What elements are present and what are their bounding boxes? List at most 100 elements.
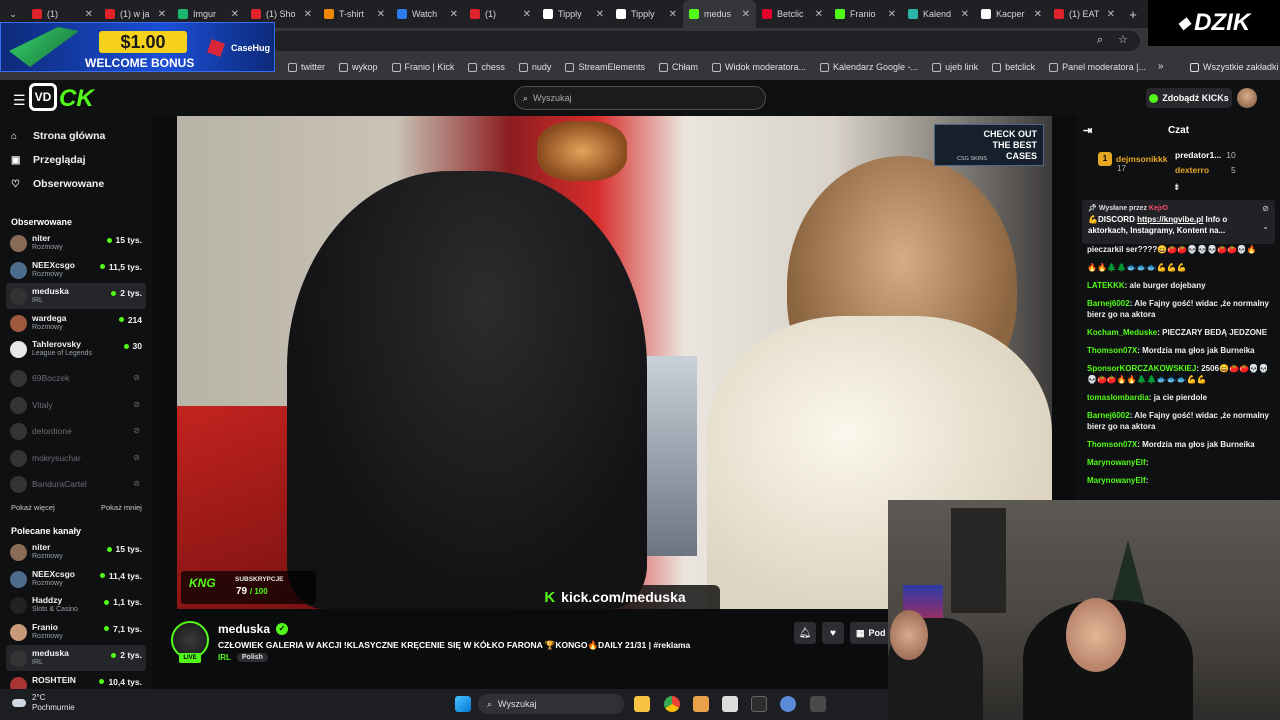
close-tab-icon[interactable]: ✕ <box>742 9 750 20</box>
show-more-button[interactable]: Pokaż więcej <box>11 503 55 512</box>
sidebar-channel-offline[interactable]: BanduraCartel ⊘ <box>6 471 146 497</box>
browser-tab[interactable]: Watch ✕ <box>391 0 464 28</box>
terminal-icon[interactable] <box>751 696 767 712</box>
chrome-icon[interactable] <box>664 696 680 712</box>
show-less-button[interactable]: Pokaż mniej <box>101 503 142 512</box>
close-tab-icon[interactable]: ✕ <box>888 9 896 20</box>
bookmark-item[interactable]: StreamElements <box>565 62 645 72</box>
kick-logo[interactable]: VD CK <box>29 83 94 113</box>
chat-username[interactable]: SponsorKORCZAKOWSKIEJ <box>1087 364 1196 373</box>
subscribe-button[interactable]: ▦ Pod <box>850 622 890 644</box>
chat-username[interactable]: Kocham_Meduske <box>1087 328 1157 337</box>
user-avatar[interactable] <box>1237 88 1257 108</box>
sidebar-channel-neexcsgo[interactable]: NEEXcsgo Rozmowy 11,5 tys. <box>6 257 146 283</box>
bookmark-item[interactable]: Kalendarz Google -... <box>820 62 918 72</box>
top-gifter-2[interactable]: predator1... 10 <box>1175 150 1236 160</box>
bookmark-item[interactable]: twitter <box>288 62 325 72</box>
bookmark-item[interactable]: nudy <box>518 62 551 72</box>
sidebar-channel-offline[interactable]: delordione ⊘ <box>6 418 146 444</box>
close-tab-icon[interactable]: ✕ <box>961 9 969 20</box>
unpin-icon[interactable]: ⊘ <box>1262 204 1269 213</box>
chat-username[interactable]: Thomson07X <box>1087 440 1137 449</box>
chat-username[interactable]: Thomson07X <box>1087 346 1137 355</box>
sidebar-channel-franio[interactable]: Franio Rozmowy 7,1 tys. <box>6 619 146 645</box>
close-tab-icon[interactable]: ✕ <box>1107 9 1115 20</box>
browser-tab[interactable]: T-shirt ✕ <box>318 0 391 28</box>
bookmark-item[interactable]: betclick <box>992 62 1035 72</box>
sidebar-channel-meduska[interactable]: meduska IRL 2 tys. <box>6 283 146 309</box>
sidebar-channel-niter[interactable]: niter Rozmowy 15 tys. <box>6 539 146 565</box>
expand-icon[interactable]: ⇟ <box>1173 182 1181 193</box>
weather-widget[interactable]: 2°C Pochmurnie <box>8 693 75 713</box>
sidebar-channel-offline[interactable]: Vitaly ⊘ <box>6 392 146 418</box>
calculator-icon[interactable] <box>810 696 826 712</box>
close-tab-icon[interactable]: ✕ <box>377 9 385 20</box>
nav-home[interactable]: ⌂ Strona główna <box>11 130 105 142</box>
chat-username[interactable]: MarynowanyElf <box>1087 476 1146 485</box>
chat-username[interactable]: Barnej6002 <box>1087 411 1130 420</box>
sidebar-channel-offline[interactable]: 69Boczek ⊘ <box>6 365 146 391</box>
bookmark-star-icon[interactable]: ☆ <box>1118 33 1128 46</box>
category-link[interactable]: IRL <box>218 653 231 662</box>
get-kicks-button[interactable]: Zdobądź KICKs <box>1146 88 1232 108</box>
app-icon[interactable] <box>693 696 709 712</box>
browser-tab[interactable]: Tipply ✕ <box>610 0 683 28</box>
browser-tab[interactable]: Betclic ✕ <box>756 0 829 28</box>
settings-icon[interactable] <box>780 696 796 712</box>
nav-following[interactable]: ♡ Obserwowane <box>11 178 104 190</box>
close-tab-icon[interactable]: ✕ <box>450 9 458 20</box>
more-bookmarks-icon[interactable]: » <box>1158 61 1164 72</box>
bookmark-item[interactable]: chess <box>468 62 505 72</box>
close-tab-icon[interactable]: ✕ <box>523 9 531 20</box>
new-tab-button[interactable]: + <box>1121 0 1145 28</box>
collapse-chat-icon[interactable]: ⇥ <box>1083 124 1092 137</box>
zoom-icon[interactable]: ⌕ <box>1097 34 1103 47</box>
browser-tab[interactable]: Tipply ✕ <box>537 0 610 28</box>
close-tab-icon[interactable]: ✕ <box>1034 9 1042 20</box>
browser-tab[interactable]: (1) ✕ <box>464 0 537 28</box>
bookmark-item[interactable]: wykop <box>339 62 378 72</box>
bookmark-item[interactable]: Panel moderatora |... <box>1049 62 1146 72</box>
bookmark-item[interactable]: ujeb link <box>932 62 978 72</box>
pinned-link[interactable]: https://kngvibe.pl <box>1137 215 1203 224</box>
taskbar-search[interactable]: ⌕ Wyszukaj <box>478 694 624 714</box>
chat-username[interactable]: Barnej6002 <box>1087 299 1130 308</box>
close-tab-icon[interactable]: ✕ <box>596 9 604 20</box>
browser-tab[interactable]: medus ✕ <box>683 0 756 28</box>
sidebar-channel-offline[interactable]: mokrysuchar ⊘ <box>6 445 146 471</box>
streamer-name[interactable]: meduska ✓ <box>218 622 289 636</box>
sidebar-channel-neexcsgo[interactable]: NEEXcsgo Rozmowy 11,4 tys. <box>6 566 146 592</box>
bookmark-item[interactable]: Chłam <box>658 62 698 72</box>
close-tab-icon[interactable]: ✕ <box>815 9 823 20</box>
browser-tab[interactable]: Franio ✕ <box>829 0 902 28</box>
close-tab-icon[interactable]: ✕ <box>669 9 677 20</box>
sidebar-channel-haddzy[interactable]: Haddzy Slots & Casino 1,1 tys. <box>6 592 146 618</box>
casehug-ad-banner[interactable]: $1.00 WELCOME BONUS CaseHug <box>0 22 275 72</box>
top-gifter-1[interactable]: 1 dejmsonikkk <box>1098 152 1168 166</box>
close-tab-icon[interactable]: ✕ <box>85 9 93 20</box>
address-input[interactable] <box>270 31 1140 51</box>
bookmark-item[interactable]: Franio | Kick <box>391 62 454 72</box>
notification-bell-button[interactable]: 🔔︎ <box>794 622 816 644</box>
chat-username[interactable]: MarynowanyElf <box>1087 458 1146 467</box>
browser-tab[interactable]: (1) EAT ✕ <box>1048 0 1121 28</box>
close-tab-icon[interactable]: ✕ <box>304 9 312 20</box>
file-explorer-icon[interactable] <box>634 696 650 712</box>
all-bookmarks[interactable]: Wszystkie zakładki <box>1190 62 1279 72</box>
obs-icon[interactable] <box>722 696 738 712</box>
chat-username[interactable]: LATEKKK <box>1087 281 1125 290</box>
bookmark-item[interactable]: Widok moderatora... <box>711 62 806 72</box>
language-tag[interactable]: Polish <box>236 653 268 662</box>
search-input[interactable]: ⌕ Wyszukaj <box>514 86 766 110</box>
follow-heart-button[interactable]: ♥ <box>822 622 844 644</box>
sidebar-channel-meduska[interactable]: meduska IRL 2 tys. <box>6 645 146 671</box>
nav-browse[interactable]: ▣ Przeglądaj <box>11 154 86 166</box>
top-gifter-3[interactable]: dexterro 5 <box>1175 165 1236 175</box>
menu-icon[interactable]: ☰ <box>13 92 26 109</box>
browser-tab[interactable]: Kacper ✕ <box>975 0 1048 28</box>
chevron-down-icon[interactable]: ⌄ <box>1262 222 1269 231</box>
chat-username[interactable]: tomaslombardia <box>1087 393 1149 402</box>
windows-start-icon[interactable] <box>455 696 471 712</box>
browser-tab[interactable]: Kalend ✕ <box>902 0 975 28</box>
close-tab-icon[interactable]: ✕ <box>231 9 239 20</box>
